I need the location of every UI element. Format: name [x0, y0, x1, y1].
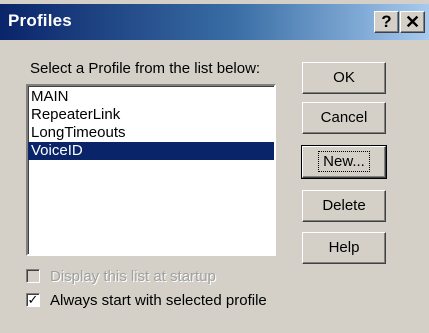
profile-listbox[interactable]: MAIN RepeaterLink LongTimeouts VoiceID — [26, 84, 276, 256]
help-button[interactable]: Help — [302, 232, 386, 264]
cancel-button-label: Cancel — [320, 109, 368, 126]
list-item-repeaterlink[interactable]: RepeaterLink — [28, 106, 274, 124]
new-button-label: New... — [318, 151, 370, 172]
list-item-main[interactable]: MAIN — [28, 88, 274, 106]
window-title: Profiles — [8, 11, 72, 30]
always-start-selected-checkbox[interactable]: ✓ — [26, 293, 40, 307]
display-at-startup-label: Display this list at startup — [50, 268, 216, 285]
help-button-label: Help — [328, 239, 360, 256]
cancel-button[interactable]: Cancel — [302, 102, 386, 134]
ok-button-label: OK — [333, 69, 355, 86]
title-bar[interactable]: Profiles ? ✕ — [0, 4, 429, 40]
list-prompt-label: Select a Profile from the list below: — [30, 60, 261, 77]
list-item-voiceid[interactable]: VoiceID — [28, 142, 274, 160]
delete-button-label: Delete — [322, 197, 366, 214]
help-icon[interactable]: ? — [374, 11, 399, 33]
profiles-dialog: Profiles ? ✕ Select a Profile from the l… — [0, 0, 429, 333]
new-button[interactable]: New... — [301, 145, 387, 179]
display-at-startup-checkbox — [26, 269, 40, 283]
always-start-selected-label[interactable]: Always start with selected profile — [50, 291, 267, 311]
list-item-longtimeouts[interactable]: LongTimeouts — [28, 124, 274, 142]
ok-button[interactable]: OK — [302, 62, 386, 94]
delete-button[interactable]: Delete — [302, 190, 386, 222]
close-icon[interactable]: ✕ — [400, 11, 425, 33]
